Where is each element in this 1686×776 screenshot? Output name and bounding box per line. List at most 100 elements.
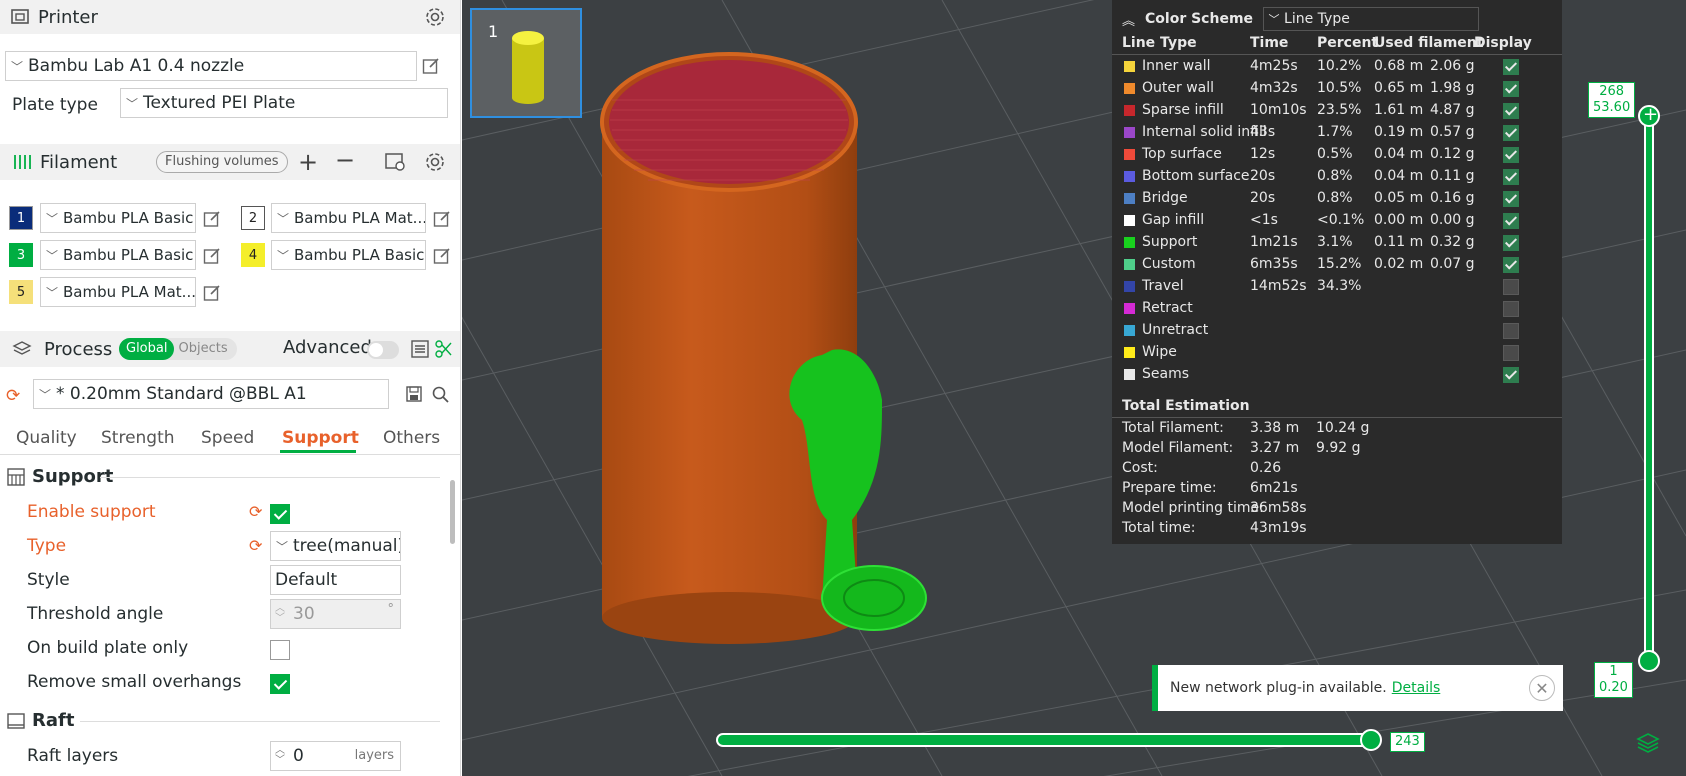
printer-edit-icon[interactable] — [422, 57, 440, 75]
display-toggle-checkbox[interactable] — [1503, 345, 1519, 361]
spinner-arrows-icon[interactable]: ︿ ﹀ — [275, 604, 285, 624]
line-type-percent: 1.7% — [1317, 124, 1353, 140]
line-type-time: 6m35s — [1250, 256, 1298, 272]
move-slider-track[interactable] — [716, 733, 1374, 747]
notification-details-link[interactable]: Details — [1392, 680, 1441, 696]
display-toggle-checkbox[interactable] — [1503, 125, 1519, 141]
filament-slot-5-edit-icon[interactable] — [203, 284, 221, 302]
line-type-percent: 3.1% — [1317, 234, 1353, 250]
display-toggle-checkbox[interactable] — [1503, 213, 1519, 229]
printer-settings-gear-icon[interactable] — [424, 6, 446, 28]
estimation-value: 6m21s — [1250, 480, 1298, 496]
filament-slot-4-edit-icon[interactable] — [433, 247, 451, 265]
compare-presets-icon[interactable] — [434, 339, 454, 359]
filament-settings-gear-icon[interactable] — [424, 151, 446, 173]
line-type-time: 1m21s — [1250, 234, 1298, 250]
enable-support-reset-icon[interactable]: ⟳ — [249, 502, 262, 521]
filament-slot-5-dropdown[interactable]: ﹀ Bambu PLA Mat... — [40, 277, 196, 307]
line-type-name: Custom — [1142, 256, 1196, 272]
chevron-down-icon: ﹀ — [275, 539, 288, 554]
raft-layers-input[interactable]: ︿ ﹀ 0 layers — [270, 741, 401, 771]
filament-slot-3-swatch[interactable]: 3 — [9, 243, 33, 267]
filament-slot-5-name: Bambu PLA Mat... — [63, 283, 196, 301]
filament-slot-1-edit-icon[interactable] — [203, 210, 221, 228]
filament-slot-5-swatch[interactable]: 5 — [9, 280, 33, 304]
display-toggle-checkbox[interactable] — [1503, 103, 1519, 119]
tab-quality[interactable]: Quality — [16, 428, 77, 448]
support-style-dropdown[interactable]: Default — [270, 565, 401, 595]
estimation-label: Total Filament: — [1122, 420, 1224, 436]
display-toggle-checkbox[interactable] — [1503, 169, 1519, 185]
close-icon[interactable]: ✕ — [1529, 675, 1555, 701]
flushing-volumes-button[interactable]: Flushing volumes — [156, 151, 288, 173]
settings-scrollbar[interactable] — [450, 480, 455, 544]
line-type-percent: 0.8% — [1317, 168, 1353, 184]
toggle-global-option[interactable]: Global — [119, 338, 175, 360]
search-icon[interactable] — [431, 385, 450, 404]
move-slider-handle[interactable] — [1360, 729, 1382, 751]
line-type-weight: 2.06 g — [1430, 58, 1475, 74]
tab-strength[interactable]: Strength — [101, 428, 175, 448]
remove-small-overhangs-checkbox[interactable] — [270, 674, 290, 694]
estimation-value: 3.27 m — [1250, 440, 1300, 456]
display-toggle-checkbox[interactable] — [1503, 301, 1519, 317]
process-preset-dropdown[interactable]: ﹀ * 0.20mm Standard @BBL A1 — [33, 379, 389, 409]
advanced-switch[interactable] — [367, 341, 399, 359]
support-type-dropdown[interactable]: ﹀ tree(manual) — [270, 531, 401, 561]
enable-support-checkbox[interactable] — [270, 504, 290, 524]
tab-speed[interactable]: Speed — [201, 428, 254, 448]
plate-type-dropdown[interactable]: ﹀ Textured PEI Plate — [120, 88, 448, 118]
line-type-time: 4m32s — [1250, 80, 1298, 96]
global-objects-toggle[interactable]: Global Objects — [119, 338, 237, 360]
legend-title: Color Scheme — [1145, 11, 1254, 27]
display-toggle-checkbox[interactable] — [1503, 147, 1519, 163]
collapse-chevron-icon[interactable]: ︽ — [1122, 10, 1135, 29]
filament-sync-icon[interactable] — [384, 152, 406, 172]
display-toggle-checkbox[interactable] — [1503, 367, 1519, 383]
display-toggle-checkbox[interactable] — [1503, 191, 1519, 207]
filament-slot-2-dropdown[interactable]: ﹀ Bambu PLA Mat... — [271, 203, 426, 233]
spinner-arrows-icon[interactable]: ︿ ﹀ — [275, 746, 285, 766]
layer-slider-bottom-handle[interactable] — [1638, 650, 1660, 672]
line-type-percent: 10.2% — [1317, 58, 1362, 74]
tab-others[interactable]: Others — [383, 428, 440, 448]
printer-preset-dropdown[interactable]: ﹀ Bambu Lab A1 0.4 nozzle — [5, 51, 417, 81]
column-line-type: Line Type — [1122, 35, 1197, 51]
save-preset-icon[interactable] — [405, 385, 423, 403]
filament-slot-2-edit-icon[interactable] — [433, 210, 451, 228]
color-scheme-dropdown[interactable]: ﹀ Line Type — [1263, 7, 1480, 31]
filament-slot-4-swatch[interactable]: 4 — [241, 243, 265, 267]
list-view-icon[interactable] — [410, 339, 430, 359]
process-reset-icon[interactable]: ⟳ — [6, 386, 20, 406]
column-time: Time — [1250, 35, 1289, 51]
filament-slot-2-swatch[interactable]: 2 — [241, 206, 265, 230]
display-toggle-checkbox[interactable] — [1503, 59, 1519, 75]
threshold-angle-input[interactable]: ︿ ﹀ 30 ° — [270, 599, 401, 629]
filament-slot-1-dropdown[interactable]: ﹀ Bambu PLA Basic — [40, 203, 196, 233]
display-toggle-checkbox[interactable] — [1503, 81, 1519, 97]
legend-row: Custom 6m35s 15.2% 0.02 m 0.07 g — [1112, 254, 1562, 276]
line-type-percent: 0.5% — [1317, 146, 1353, 162]
line-type-color-swatch — [1124, 61, 1135, 72]
tab-support[interactable]: Support — [282, 428, 359, 448]
legend-row: Bridge 20s 0.8% 0.05 m 0.16 g — [1112, 188, 1562, 210]
layer-slider-top-handle[interactable]: + — [1638, 104, 1660, 127]
line-type-name: Retract — [1142, 300, 1193, 316]
filament-slot-1-swatch[interactable]: 1 — [9, 206, 33, 230]
filament-slot-4-dropdown[interactable]: ﹀ Bambu PLA Basic — [271, 240, 426, 270]
build-plate-only-checkbox[interactable] — [270, 640, 290, 660]
toggle-objects-option[interactable]: Objects — [174, 338, 231, 360]
support-type-reset-icon[interactable]: ⟳ — [249, 536, 262, 555]
line-type-time: 10m10s — [1250, 102, 1307, 118]
display-toggle-checkbox[interactable] — [1503, 235, 1519, 251]
column-display: Display — [1474, 35, 1532, 51]
layer-range-slider-track[interactable] — [1644, 114, 1654, 662]
filament-slot-3-dropdown[interactable]: ﹀ Bambu PLA Basic — [40, 240, 196, 270]
display-toggle-checkbox[interactable] — [1503, 323, 1519, 339]
display-toggle-checkbox[interactable] — [1503, 257, 1519, 273]
remove-filament-button[interactable]: − — [335, 146, 355, 174]
display-toggle-checkbox[interactable] — [1503, 279, 1519, 295]
add-filament-button[interactable]: + — [298, 148, 318, 176]
layers-stack-icon[interactable] — [1636, 732, 1660, 759]
filament-slot-3-edit-icon[interactable] — [203, 247, 221, 265]
